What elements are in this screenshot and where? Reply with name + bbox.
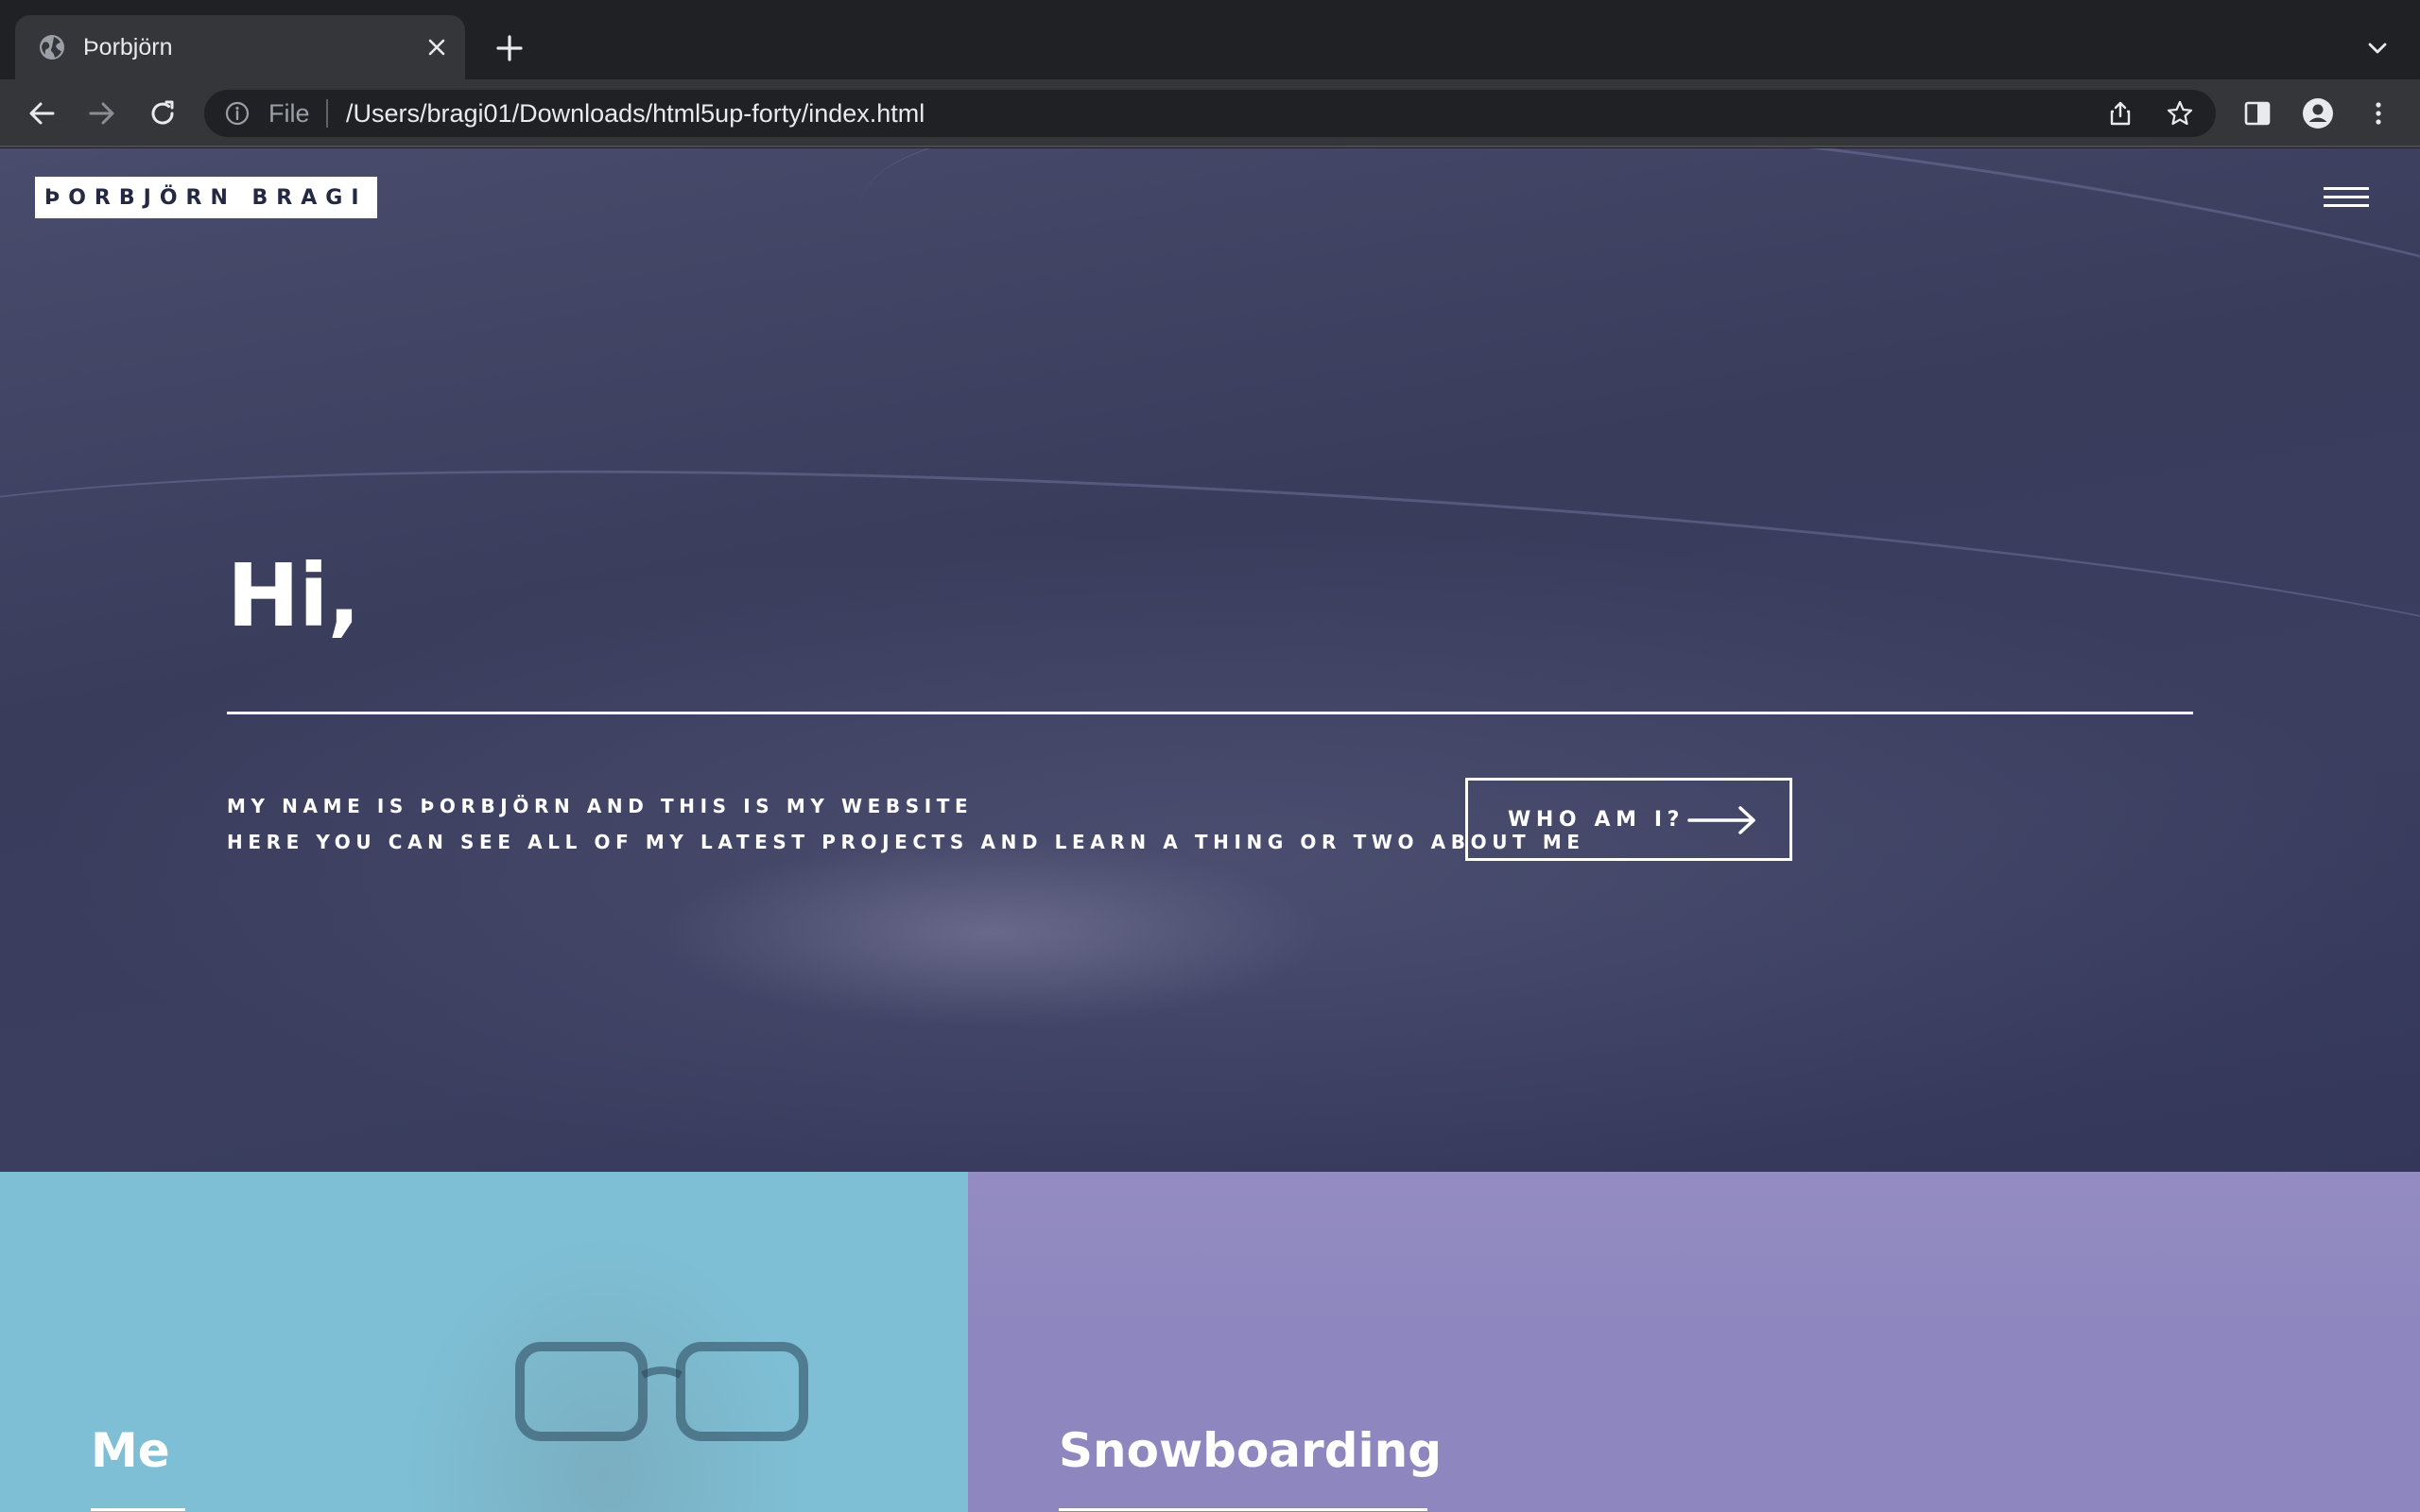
banner-subtitle-line-2: HERE YOU CAN SEE ALL OF MY LATEST PROJEC… (227, 831, 1585, 853)
banner-subtitle-line-1: MY NAME IS ÞORBJÖRN AND THIS IS MY WEBSI… (227, 795, 974, 817)
back-icon[interactable] (25, 96, 59, 130)
portrait-glasses (515, 1342, 808, 1441)
url-text[interactable]: /Users/bragi01/Downloads/html5up-forty/i… (346, 98, 925, 129)
banner-subtitle: MY NAME IS ÞORBJÖRN AND THIS IS MY WEBSI… (227, 788, 1585, 860)
tile-divider (91, 1508, 185, 1511)
chevron-down-icon[interactable] (2363, 34, 2392, 62)
tab-title: Þorbjörn (83, 34, 173, 60)
banner: ÞORBJÖRN BRAGI Hi, MY NAME IS ÞORBJÖRN A… (0, 148, 2420, 1172)
info-icon[interactable] (225, 101, 250, 126)
tab-strip: Þorbjörn (0, 0, 2420, 79)
browser-tab[interactable]: Þorbjörn (15, 15, 465, 79)
page-viewport: ÞORBJÖRN BRAGI Hi, MY NAME IS ÞORBJÖRN A… (0, 148, 2420, 1512)
tile-title: Snowboarding (1059, 1423, 1443, 1478)
scheme-label: File (268, 99, 310, 128)
who-am-i-label: WHO AM I? (1508, 807, 1685, 832)
arrow-right-icon (1687, 806, 1755, 834)
banner-divider (227, 712, 2193, 714)
browser-toolbar: File /Users/bragi01/Downloads/html5up-fo… (0, 79, 2420, 147)
globe-icon (40, 35, 64, 60)
plus-icon[interactable] (493, 32, 526, 64)
banner-heading: Hi, (227, 545, 360, 646)
tile-title: Me (91, 1423, 170, 1478)
who-am-i-button[interactable]: WHO AM I? (1465, 778, 1792, 861)
profile-icon[interactable] (2301, 96, 2335, 130)
site-logo[interactable]: ÞORBJÖRN BRAGI (35, 177, 377, 218)
tile-snowboarding[interactable]: Snowboarding (968, 1172, 2420, 1512)
tile-divider (1059, 1508, 1427, 1511)
tile-me[interactable]: Me (0, 1172, 968, 1512)
hamburger-icon[interactable] (2322, 184, 2371, 211)
forward-icon[interactable] (85, 96, 119, 130)
close-icon[interactable] (424, 34, 450, 60)
separator (326, 99, 328, 128)
reload-icon[interactable] (146, 96, 180, 130)
side-panel-icon[interactable] (2240, 96, 2274, 130)
logo-text: ÞORBJÖRN BRAGI (44, 185, 368, 210)
share-icon[interactable] (2106, 99, 2135, 128)
address-bar[interactable]: File /Users/bragi01/Downloads/html5up-fo… (204, 90, 2216, 137)
more-icon[interactable] (2361, 96, 2395, 130)
star-icon[interactable] (2166, 99, 2194, 128)
